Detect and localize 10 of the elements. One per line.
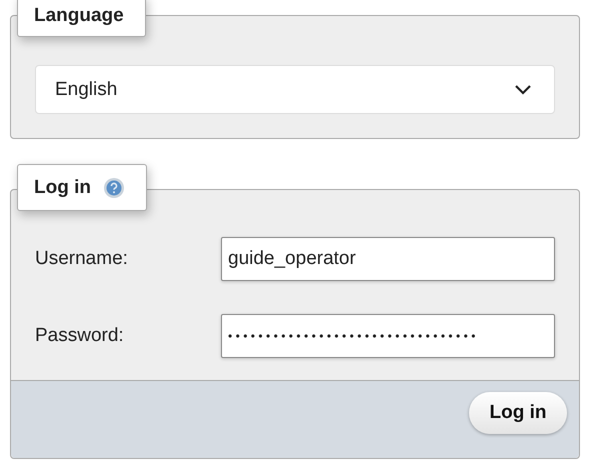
language-dropdown[interactable]: English (35, 65, 555, 114)
help-icon[interactable] (102, 176, 125, 198)
section-title: Log in (34, 176, 91, 198)
field-label: Username: (35, 248, 129, 270)
login-button[interactable]: Log in (469, 392, 567, 434)
chevron-down-icon (514, 84, 532, 95)
field-label: Password: (35, 325, 125, 347)
password-field[interactable]: ••••••••••••••••••••••••••••••••• (221, 314, 555, 358)
username-field[interactable]: guide_operator (221, 237, 555, 281)
section-title: Language (17, 0, 146, 37)
